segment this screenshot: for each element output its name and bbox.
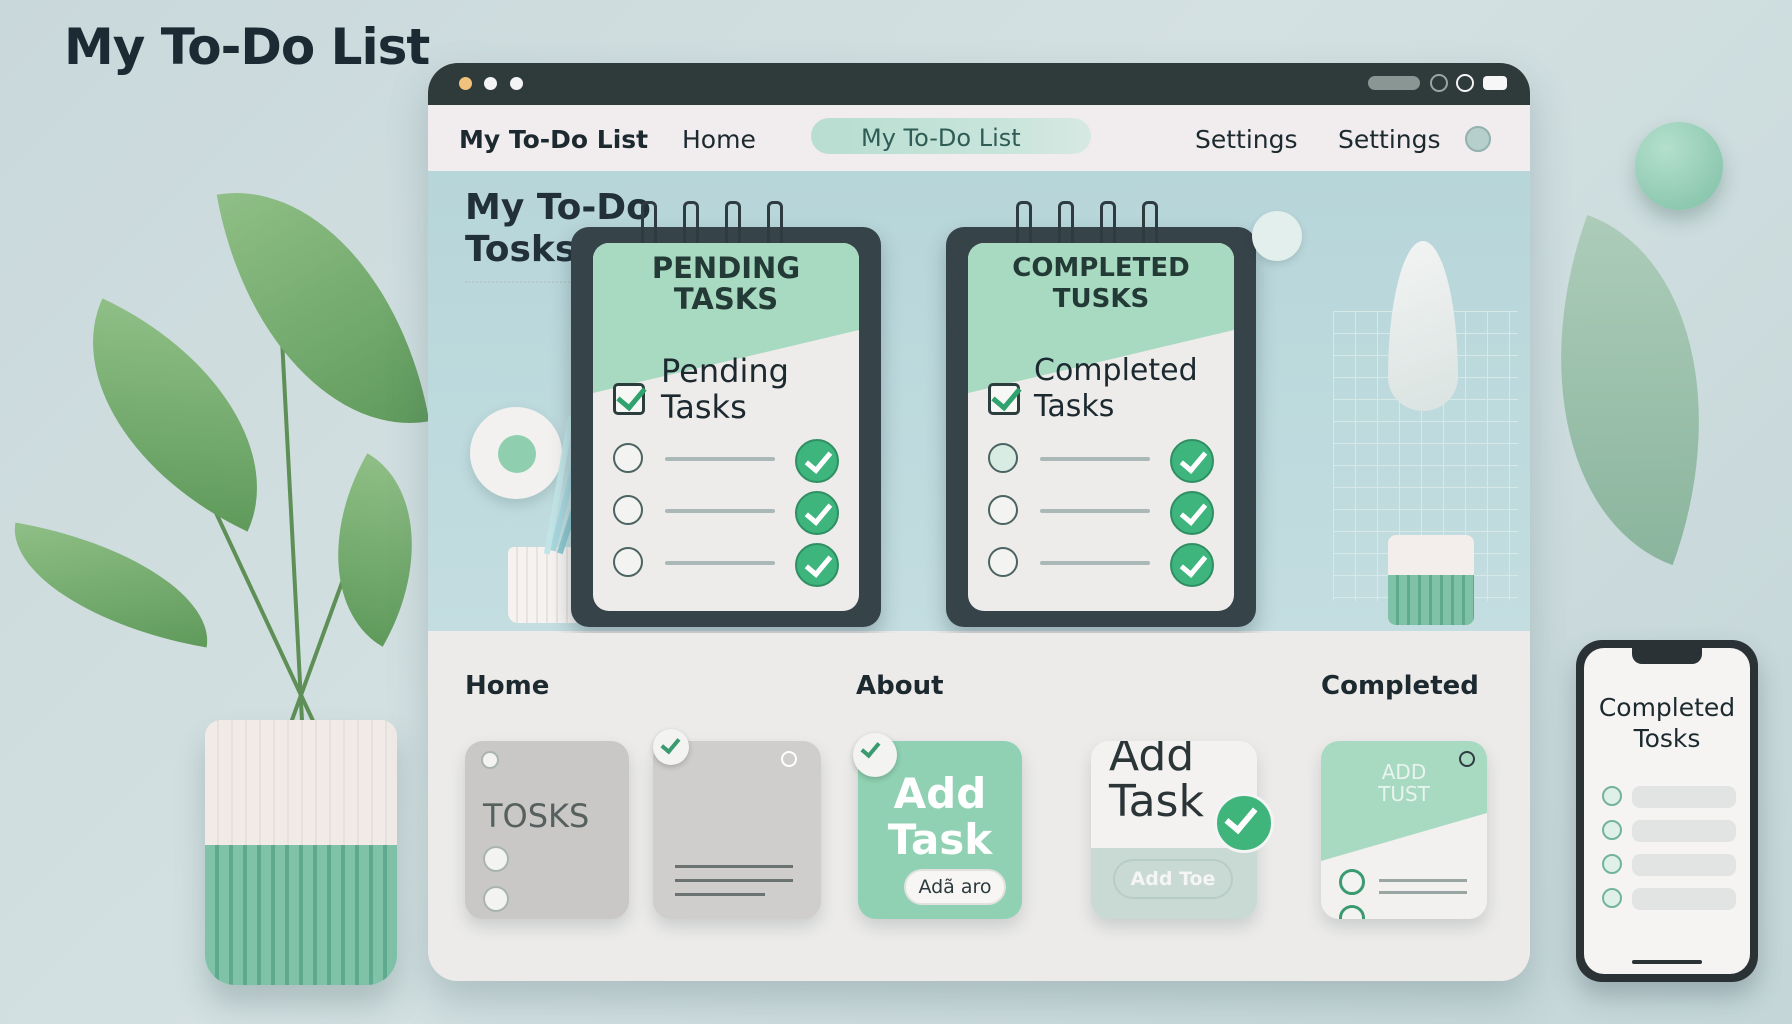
address-pill[interactable] <box>1368 76 1420 90</box>
checkbox-icon[interactable] <box>988 383 1020 415</box>
page-title: My To-Do List <box>64 18 430 76</box>
completed-tasks-notebook: COMPLETED TUSKS Completed Tasks <box>946 201 1256 627</box>
check-circle-icon[interactable] <box>1339 905 1365 919</box>
checkbox-icon[interactable] <box>613 383 645 415</box>
task-radio[interactable] <box>988 547 1018 577</box>
window-maximize-dot[interactable] <box>510 77 523 90</box>
task-row[interactable] <box>988 543 1214 587</box>
task-radio[interactable] <box>613 443 643 473</box>
tosks-label: TOSKS <box>483 797 590 835</box>
phone-title-line1: Completed <box>1598 693 1736 722</box>
completed-header-line2: TUSKS <box>1052 284 1150 314</box>
window-minimize-dot[interactable] <box>484 77 497 90</box>
task-radio[interactable] <box>613 495 643 525</box>
task-row[interactable] <box>613 439 839 483</box>
check-circle-icon[interactable] <box>1339 869 1365 895</box>
app-window: My To-Do List Home My To-Do List Setting… <box>428 63 1530 981</box>
pending-tasks-notebook: PENDING TASKS Pending Tasks <box>571 201 881 627</box>
task-row[interactable] <box>988 439 1214 483</box>
add-task-heading-2: Add Task <box>1109 741 1204 825</box>
pending-subtitle-line2: Tasks <box>661 388 747 426</box>
completed-subtitle-line1: Completed <box>1034 353 1198 388</box>
profile-icon[interactable] <box>1456 74 1474 92</box>
check-icon[interactable] <box>1170 491 1214 535</box>
task-radio[interactable] <box>613 547 643 577</box>
check-badge <box>470 407 562 499</box>
check-icon[interactable] <box>1170 439 1214 483</box>
pending-header-line2: TASKS <box>673 282 779 316</box>
search-text: My To-Do List <box>861 124 1021 152</box>
completed-subtitle-line2: Tasks <box>1034 389 1115 424</box>
task-radio[interactable] <box>988 443 1018 473</box>
phone-title-line2: Tosks <box>1633 724 1701 753</box>
settings-bubble-icon <box>1252 211 1302 261</box>
check-icon[interactable] <box>1170 543 1214 587</box>
pending-subtitle: Pending Tasks <box>661 353 789 425</box>
phone-task-row[interactable] <box>1602 818 1736 844</box>
window-close-dot[interactable] <box>459 77 472 90</box>
add-task-button-2[interactable]: Add Toe <box>1113 859 1233 899</box>
radio-icon[interactable] <box>483 886 509 912</box>
radio-icon[interactable] <box>483 846 509 872</box>
add-task-line1: Add <box>893 769 987 818</box>
phone-task-row[interactable] <box>1602 852 1736 878</box>
hero-section: My To-Do Tosks PENDING TASKS Pending Tas… <box>428 171 1530 737</box>
nav-settings-link[interactable]: Settings <box>1195 125 1298 154</box>
add-task-heading: Add Task <box>858 771 1022 863</box>
lower-section: Home About Completed TOSKS Add Task Adã … <box>428 633 1530 981</box>
nav-home-link[interactable]: Home <box>682 125 756 154</box>
check-icon[interactable] <box>795 491 839 535</box>
pin-check-icon <box>853 733 897 777</box>
section-about[interactable]: About <box>856 671 944 701</box>
small-pot <box>1388 535 1474 625</box>
completed-card[interactable]: ADD TUST <box>1321 741 1487 919</box>
orb-decoration <box>1635 122 1723 210</box>
task-radio[interactable] <box>988 495 1018 525</box>
notes-card[interactable] <box>653 741 821 919</box>
task-row[interactable] <box>613 543 839 587</box>
check-icon[interactable] <box>795 439 839 483</box>
completed-subtitle: Completed Tasks <box>1034 353 1198 425</box>
phone-home-indicator[interactable] <box>1632 960 1702 964</box>
window-titlebar <box>428 63 1530 105</box>
top-navbar: My To-Do List Home My To-Do List Setting… <box>428 105 1530 172</box>
completed-card-heading: ADD TUST <box>1321 761 1487 805</box>
phone-task-row[interactable] <box>1602 886 1736 912</box>
check-icon[interactable] <box>795 543 839 587</box>
hero-title-line1: My To-Do <box>465 187 651 228</box>
search-input[interactable]: My To-Do List <box>811 118 1091 154</box>
completed-card-line2: TUST <box>1378 782 1430 806</box>
nav-settings-link-2[interactable]: Settings <box>1338 125 1441 154</box>
nav-brand[interactable]: My To-Do List <box>459 125 648 154</box>
completed-header: COMPLETED TUSKS <box>968 253 1234 315</box>
phone-title: Completed Tosks <box>1584 692 1750 754</box>
task-row[interactable] <box>988 491 1214 535</box>
leaf-decoration <box>1388 241 1458 411</box>
hero-divider <box>465 281 585 291</box>
add-task-line2: Task <box>887 815 993 864</box>
completed-header-line1: COMPLETED <box>1012 253 1190 283</box>
pin-check-icon <box>653 729 689 765</box>
menu-icon[interactable] <box>1483 76 1507 90</box>
section-completed[interactable]: Completed <box>1321 671 1479 701</box>
tasks-card[interactable]: TOSKS <box>465 741 629 919</box>
add-task-2-line2: Task <box>1109 776 1204 827</box>
task-row[interactable] <box>613 491 839 535</box>
pending-subtitle-line1: Pending <box>661 352 789 390</box>
pin-icon <box>781 751 797 767</box>
section-home[interactable]: Home <box>465 671 549 701</box>
add-task-2-line1: Add <box>1109 741 1195 781</box>
add-task-button[interactable]: Adã aro <box>904 869 1006 905</box>
phone-task-row[interactable] <box>1602 784 1736 810</box>
pin-icon <box>1459 751 1475 767</box>
pin-icon <box>481 751 499 769</box>
check-icon[interactable] <box>1214 793 1274 853</box>
phone-mockup: Completed Tosks <box>1576 640 1758 982</box>
avatar[interactable] <box>1465 126 1491 152</box>
pending-header: PENDING TASKS <box>593 253 859 315</box>
bookmark-icon[interactable] <box>1430 74 1448 92</box>
plant-pot <box>205 720 397 985</box>
pending-header-line1: PENDING <box>651 251 801 285</box>
